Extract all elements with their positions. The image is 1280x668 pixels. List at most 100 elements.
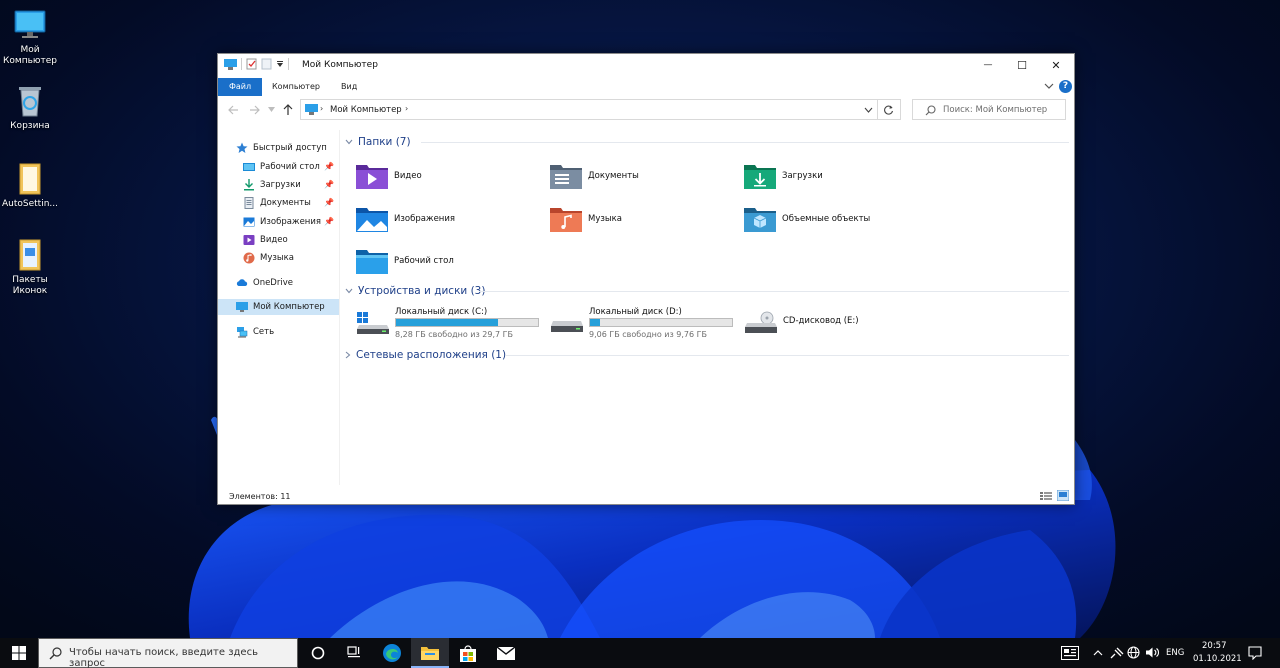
tab-computer[interactable]: Компьютер [264,79,328,94]
power-plug-icon[interactable] [1110,647,1124,659]
forward-arrow-icon[interactable] [249,105,260,115]
cortana-button[interactable] [299,638,337,668]
folder-tile-downloads[interactable]: Загрузки [743,159,933,193]
drive-name: CD-дисковод (E:) [783,316,859,326]
group-header-folders[interactable]: Папки (7) [345,135,411,149]
windows-logo-icon [12,646,26,660]
up-arrow-icon[interactable] [283,104,293,115]
sidebar-item-music[interactable]: Музыка [243,250,340,266]
maximize-button[interactable]: ☐ [1005,54,1039,76]
refresh-button[interactable] [878,99,901,120]
desktop-icon-recycle-bin[interactable]: Корзина [0,84,63,132]
new-folder-icon[interactable] [261,58,272,70]
search-icon [925,105,936,116]
help-icon: ? [1062,81,1069,91]
expand-ribbon-icon[interactable] [1044,82,1054,90]
notifications-icon[interactable] [1248,646,1262,660]
content-pane: Папки (7) Видео Документы Загрузки Изобр… [341,130,1074,485]
sidebar-item-documents[interactable]: Документы 📌 [243,195,340,211]
details-view-icon[interactable] [1040,491,1052,501]
taskbar-app-edge[interactable] [373,638,411,668]
sidebar-item-network[interactable]: Сеть [236,324,356,340]
folder-tile-videos[interactable]: Видео [355,159,545,193]
sidebar-item-quick-access[interactable]: Быстрый доступ [236,140,356,156]
sidebar-item-downloads[interactable]: Загрузки 📌 [243,177,340,193]
folder-tile-3d-objects[interactable]: Объемные объекты [743,202,933,236]
properties-icon[interactable] [246,58,257,70]
sidebar-item-desktop[interactable]: Рабочий стол 📌 [243,159,340,175]
sidebar-item-onedrive[interactable]: OneDrive [236,275,356,291]
drive-e[interactable]: CD-дисковод (E:) [745,305,935,339]
drive-name: Локальный диск (D:) [589,307,682,317]
folder-tile-music[interactable]: Музыка [549,202,739,236]
pin-icon: 📌 [324,180,334,189]
sidebar-item-label: Загрузки [260,180,301,190]
start-button[interactable] [0,638,38,668]
desktop-icon [243,163,255,171]
this-pc-icon [224,58,237,70]
pictures-folder-icon [356,208,388,232]
clock-time[interactable]: 20:57 [1202,641,1227,651]
drive-d[interactable]: Локальный диск (D:) 9,06 ГБ свободно из … [551,305,741,339]
hard-drive-icon [551,321,583,332]
network-icon [237,327,248,338]
folder-label: Изображения [394,214,456,224]
taskbar-app-store[interactable] [449,638,487,668]
taskbar-app-mail[interactable] [487,638,525,668]
drive-c[interactable]: Локальный диск (C:) 8,28 ГБ свободно из … [357,305,547,339]
taskbar-app-explorer[interactable] [411,638,449,668]
desktop-icon-autosettings[interactable]: AutoSettin... [0,162,63,210]
drive-free-space: 9,06 ГБ свободно из 9,76 ГБ [589,330,708,339]
back-arrow-icon[interactable] [228,105,239,115]
breadcrumb-this-pc[interactable]: Мой Компьютер [330,105,402,115]
explorer-window: Мой Компьютер — ☐ ✕ Файл Компьютер Вид ?… [217,53,1075,505]
search-placeholder: Поиск: Мой Компьютер [943,105,1048,115]
sidebar-item-label: Сеть [253,327,275,337]
edge-icon [383,644,401,662]
desktop-icon-icon-packs[interactable]: Пакеты Иконок [0,238,63,297]
address-bar[interactable]: › Мой Компьютер › [300,99,878,120]
folder-label: Объемные объекты [782,214,871,224]
title-bar[interactable]: Мой Компьютер — ☐ ✕ [218,54,1074,76]
folder-tile-documents[interactable]: Документы [549,159,739,193]
minimize-button[interactable]: — [971,54,1005,76]
desktop-folder-icon [356,250,388,274]
globe-network-icon[interactable] [1127,646,1140,659]
volume-icon[interactable] [1145,646,1160,659]
task-view-button[interactable] [335,638,373,668]
recent-locations-icon[interactable] [268,107,275,112]
cortana-circle-icon [311,646,325,660]
tab-file[interactable]: Файл [218,78,263,96]
large-icons-view-icon[interactable] [1057,490,1069,501]
window-title: Мой Компьютер [302,60,378,70]
pictures-icon [243,217,255,227]
recycle-bin-icon [19,87,41,117]
group-header-devices[interactable]: Устройства и диски (3) [345,284,485,298]
address-dropdown-icon[interactable] [864,107,873,113]
quick-access-toolbar [224,58,289,70]
folder-label: Видео [394,171,422,181]
language-indicator[interactable]: ENG [1166,648,1184,658]
tab-view[interactable]: Вид [333,79,365,94]
drive-name: Локальный диск (C:) [395,307,488,317]
search-input[interactable]: Поиск: Мой Компьютер [912,99,1066,120]
search-icon [49,647,62,660]
sidebar-item-this-pc[interactable]: Мой Компьютер [218,299,339,315]
sidebar-item-pictures[interactable]: Изображения 📌 [243,214,340,230]
customize-toolbar-icon[interactable] [276,60,284,68]
group-header-network[interactable]: Сетевые расположения (1) [345,348,506,362]
close-icon: ✕ [1051,58,1061,72]
documents-folder-icon [550,165,582,189]
taskbar-search-input[interactable]: Чтобы начать поиск, введите здесь запрос [38,638,298,668]
chevron-up-icon[interactable] [1093,649,1103,656]
folder-tile-desktop[interactable]: Рабочий стол [355,244,545,278]
news-widget-icon[interactable] [1061,646,1079,660]
sidebar-item-label: Видео [260,235,288,245]
folder-tile-pictures[interactable]: Изображения [355,202,545,236]
sidebar-item-label: Рабочий стол [260,162,320,172]
close-button[interactable]: ✕ [1039,54,1073,76]
sidebar-item-videos[interactable]: Видео [243,232,340,248]
clock-date[interactable]: 01.10.2021 [1193,654,1242,664]
help-button[interactable]: ? [1059,80,1072,93]
desktop-icon-my-computer[interactable]: Мой Компьютер [0,8,63,67]
